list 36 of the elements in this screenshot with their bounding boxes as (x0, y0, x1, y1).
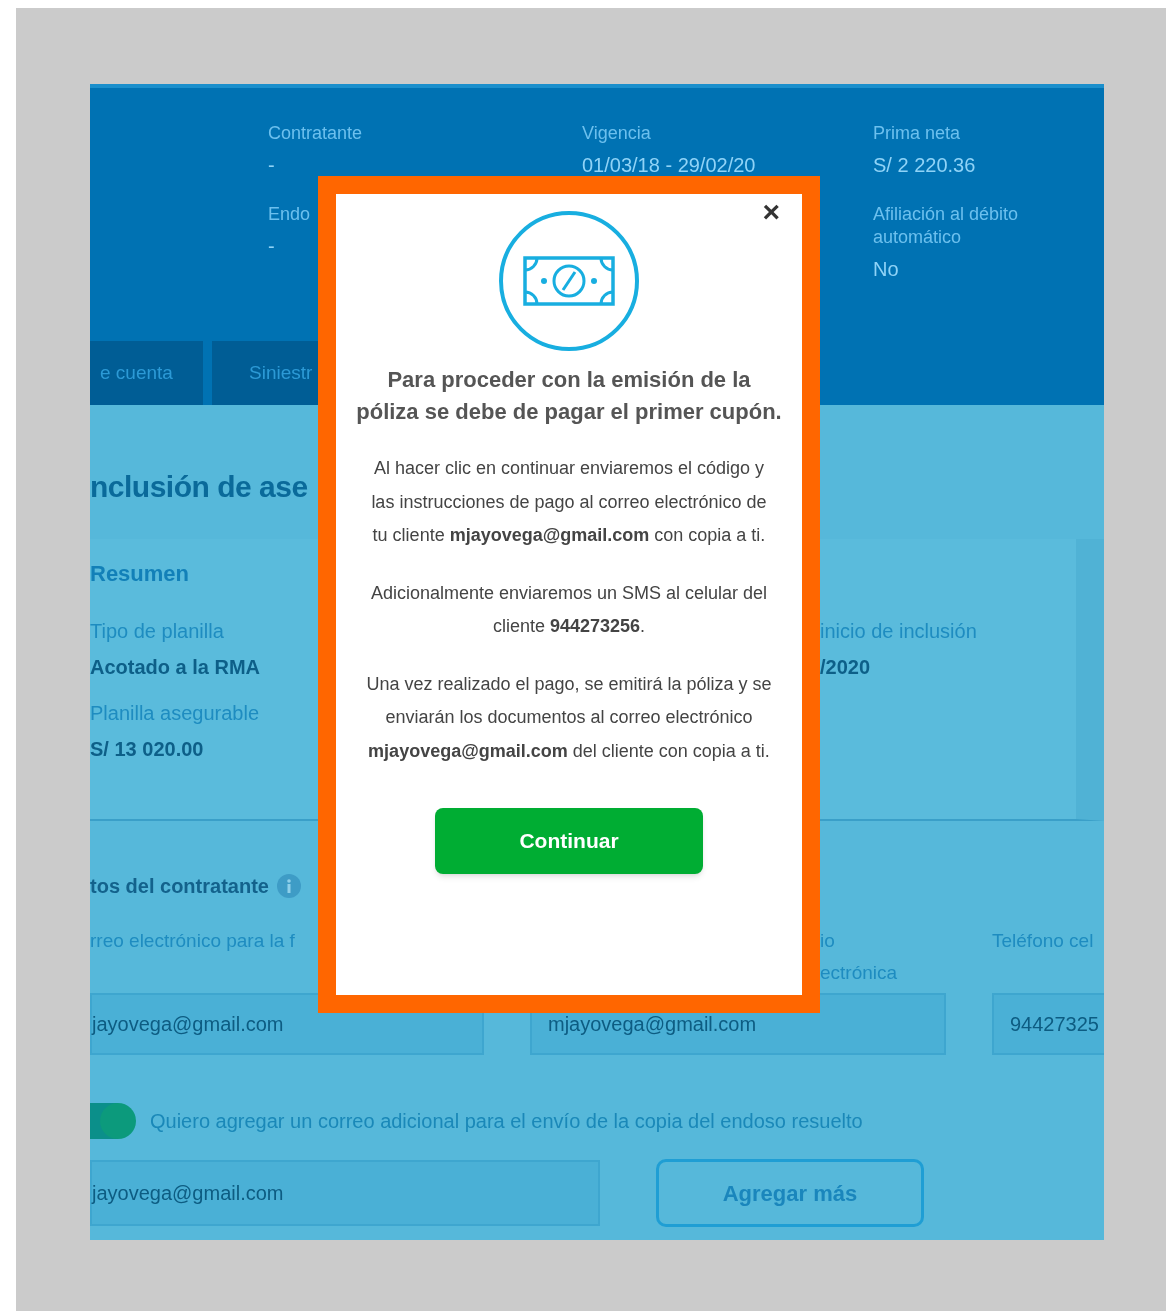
email-field[interactable]: jayovega@gmail.com (90, 1160, 600, 1226)
field-value: Acotado a la RMA (90, 655, 261, 680)
field-value: 01/03/18 - 29/02/20 (582, 153, 757, 177)
field-value: - (268, 234, 276, 258)
section-title: tos del contratante (90, 874, 269, 899)
close-button[interactable]: × (762, 196, 780, 228)
field-value: S/ 2 220.36 (873, 153, 977, 177)
field-label: inicio de inclusión (820, 619, 977, 644)
modal-text: Una vez realizado el pago, se emitirá la póliza y se enviarán los documentos al correo electrónico mjayovega@gmail.com del cliente con copia a ti. (366, 672, 772, 763)
field-label: Afiliación al débito automático (873, 203, 1020, 249)
info-icon[interactable] (276, 874, 301, 898)
field-label: Tipo de planilla (90, 619, 224, 644)
summary-title: Resumen (90, 560, 191, 588)
field-value: /2020 (820, 655, 871, 680)
field-value: No (873, 257, 900, 281)
modal-text: Adicionalmente enviaremos un SMS al celular del cliente 944273256. (369, 581, 769, 638)
toggle-label: Quiero agregar un correo adicional para el envío de la copia del endoso resuelto (150, 1109, 863, 1134)
field-value: S/ 13 020.00 (90, 737, 204, 762)
field-label: rreo electrónico para la f (90, 929, 295, 953)
field-value: - (268, 153, 276, 177)
field-label: ectrónica (820, 961, 898, 985)
field-label: Contratante (268, 122, 364, 145)
field-label: Prima neta (873, 122, 962, 145)
field-label: Vigencia (582, 122, 652, 145)
field-label: Planilla asegurable (90, 701, 259, 726)
modal-text: Al hacer clic en continuar enviaremos el código y las instrucciones de pago al correo electrónico de tu cliente mjayovega@gmail.com con copia a ti. (370, 457, 768, 547)
field-label: Endo (268, 203, 312, 226)
add-more-button[interactable]: Agregar más (656, 1159, 924, 1227)
field-label: Teléfono cel (992, 929, 1094, 953)
tab[interactable]: e cuenta (90, 341, 203, 405)
field-label: io (820, 929, 835, 953)
banknote-icon (498, 210, 640, 352)
continue-button[interactable]: Continuar (435, 808, 703, 874)
toggle-switch[interactable] (90, 1103, 136, 1139)
page-title: nclusión de ase (90, 469, 308, 505)
email-field[interactable]: 94427325 (992, 993, 1104, 1055)
